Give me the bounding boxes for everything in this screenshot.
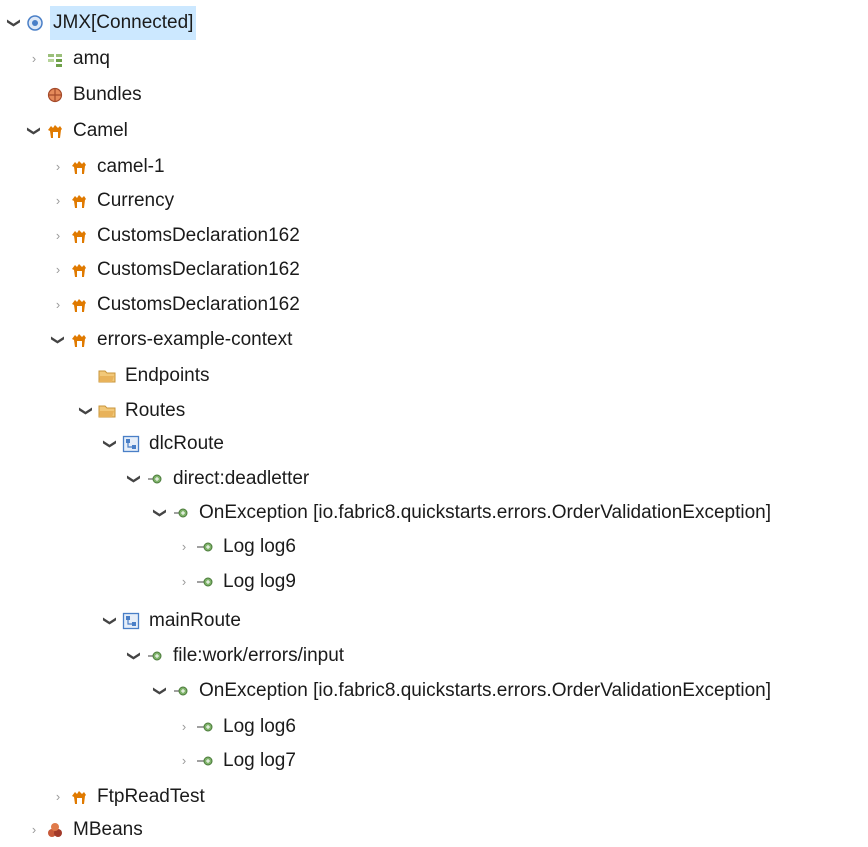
log-icon — [196, 718, 214, 736]
chevron-right-icon[interactable]: › — [50, 288, 66, 322]
chevron-down-icon[interactable]: ❯ — [117, 648, 151, 664]
tree-item-label: mainRoute — [149, 610, 241, 631]
tree-item-onexception[interactable]: ❯ OnException [io.fabric8.quickstarts.er… — [152, 674, 774, 708]
tree-item-label: CustomsDeclaration162 — [97, 294, 300, 315]
tree-item-label: OnException [io.fabric8.quickstarts.erro… — [199, 680, 772, 701]
broker-icon — [46, 50, 64, 68]
tree-item-label: JMX[Connected] — [50, 6, 197, 40]
tree-item-log-log7[interactable]: › Log log7 — [176, 744, 299, 778]
tree-item-label: Bundles — [73, 84, 142, 105]
tree-item-errors-example-context[interactable]: ❯ errors-example-context — [50, 323, 295, 357]
tree-item-label: direct:deadletter — [173, 468, 310, 489]
camel-icon — [70, 296, 88, 314]
tree-item-label: dlcRoute — [149, 433, 224, 454]
tree-item-label: file:work/errors/input — [173, 645, 345, 666]
chevron-down-icon[interactable]: ❯ — [0, 15, 31, 31]
chevron-right-icon[interactable]: › — [176, 710, 192, 744]
tree-item-jmx[interactable]: ❯ JMX[Connected] — [6, 6, 197, 40]
tree-item-camel[interactable]: ❯ Camel — [26, 114, 131, 148]
tree-item-customsdeclaration162[interactable]: › CustomsDeclaration162 — [50, 219, 303, 253]
tree-item-label: amq — [73, 48, 110, 69]
camel-icon — [70, 261, 88, 279]
tree-item-label: MBeans — [73, 819, 143, 840]
chevron-right-icon[interactable]: › — [50, 219, 66, 253]
chevron-down-icon[interactable]: ❯ — [143, 505, 177, 521]
tree-item-mainroute[interactable]: ❯ mainRoute — [102, 604, 244, 638]
tree-item-routes[interactable]: ❯ Routes — [78, 394, 188, 428]
log-icon — [196, 573, 214, 591]
tree-item-direct-deadletter[interactable]: ❯ direct:deadletter — [126, 462, 312, 496]
mbeans-icon — [46, 821, 64, 839]
tree-item-label: Routes — [125, 400, 186, 421]
tree-item-label: camel-1 — [97, 156, 165, 177]
chevron-right-icon[interactable]: › — [50, 253, 66, 287]
camel-icon — [70, 788, 88, 806]
camel-icon — [70, 192, 88, 210]
tree-item-camel-1[interactable]: › camel-1 — [50, 150, 168, 184]
log-icon — [196, 538, 214, 556]
tree-item-label: Endpoints — [125, 365, 210, 386]
tree-item-label: Log log7 — [223, 750, 296, 771]
tree-item-dlcroute[interactable]: ❯ dlcRoute — [102, 427, 227, 461]
chevron-down-icon[interactable]: ❯ — [69, 403, 103, 419]
chevron-right-icon[interactable]: › — [176, 565, 192, 599]
chevron-right-icon[interactable]: › — [50, 150, 66, 184]
tree-item-label: CustomsDeclaration162 — [97, 225, 300, 246]
chevron-down-icon[interactable]: ❯ — [93, 436, 127, 452]
tree-item-log-log9[interactable]: › Log log9 — [176, 565, 299, 599]
tree-item-customsdeclaration162[interactable]: › CustomsDeclaration162 — [50, 253, 303, 287]
tree-item-label: errors-example-context — [97, 329, 293, 350]
tree-item-customsdeclaration162[interactable]: › CustomsDeclaration162 — [50, 288, 303, 322]
chevron-right-icon[interactable]: › — [26, 42, 42, 76]
tree-item-label: Log log6 — [223, 536, 296, 557]
camel-icon — [70, 227, 88, 245]
tree-item-log-log6[interactable]: › Log log6 — [176, 710, 299, 744]
tree-item-endpoints[interactable]: Endpoints — [78, 359, 213, 393]
tree-item-onexception[interactable]: ❯ OnException [io.fabric8.quickstarts.er… — [152, 496, 774, 530]
tree-item-label: Camel — [73, 120, 128, 141]
chevron-down-icon[interactable]: ❯ — [117, 471, 151, 487]
chevron-right-icon[interactable]: › — [176, 530, 192, 564]
tree-item-bundles[interactable]: Bundles — [26, 78, 145, 112]
tree-item-amq[interactable]: › amq — [26, 42, 113, 76]
chevron-right-icon[interactable]: › — [50, 184, 66, 218]
tree-item-mbeans[interactable]: › MBeans — [26, 813, 146, 847]
tree-item-label: Log log9 — [223, 571, 296, 592]
tree-item-currency[interactable]: › Currency — [50, 184, 177, 218]
log-icon — [196, 752, 214, 770]
tree-item-log-log6[interactable]: › Log log6 — [176, 530, 299, 564]
camel-icon — [70, 158, 88, 176]
tree-item-label: FtpReadTest — [97, 786, 205, 807]
chevron-right-icon[interactable]: › — [176, 744, 192, 778]
folder-icon — [98, 367, 116, 385]
chevron-down-icon[interactable]: ❯ — [93, 613, 127, 629]
tree-item-label: OnException [io.fabric8.quickstarts.erro… — [199, 502, 772, 523]
jmx-navigator-tree: ❯ JMX[Connected] › amq Bundles ❯ Camel › — [0, 0, 868, 844]
bundles-icon — [46, 86, 64, 104]
tree-item-label: Currency — [97, 190, 175, 211]
chevron-down-icon[interactable]: ❯ — [41, 332, 75, 348]
tree-item-label: CustomsDeclaration162 — [97, 259, 300, 280]
chevron-right-icon[interactable]: › — [26, 813, 42, 847]
chevron-right-icon[interactable]: › — [50, 780, 66, 814]
tree-item-file-input[interactable]: ❯ file:work/errors/input — [126, 639, 347, 673]
tree-item-ftpreadtest[interactable]: › FtpReadTest — [50, 780, 208, 814]
chevron-down-icon[interactable]: ❯ — [17, 123, 51, 139]
chevron-down-icon[interactable]: ❯ — [143, 683, 177, 699]
tree-item-label: Log log6 — [223, 716, 296, 737]
